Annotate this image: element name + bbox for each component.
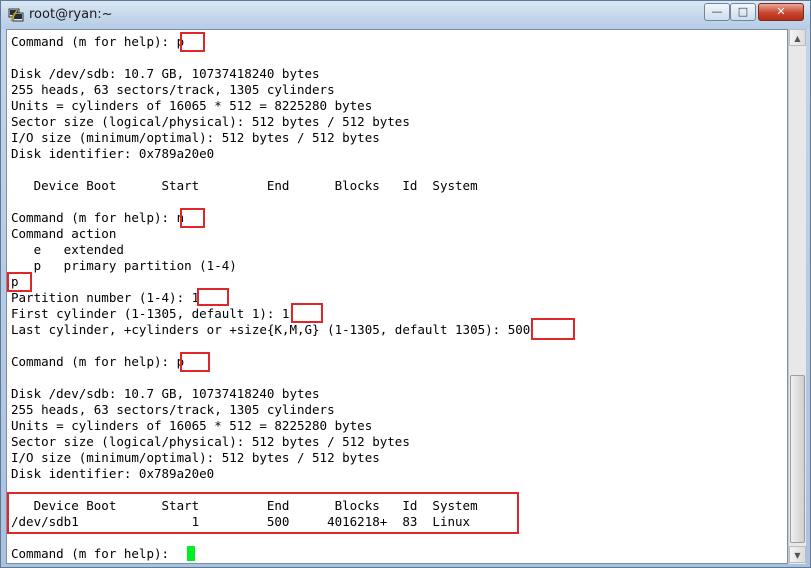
terminal-line: Command action — [11, 226, 117, 241]
terminal-line: Disk /dev/sdb: 10.7 GB, 10737418240 byte… — [11, 386, 320, 401]
highlight-box — [180, 32, 205, 52]
command-prompt[interactable]: Command (m for help): — [11, 546, 177, 562]
highlight-box — [180, 208, 205, 228]
terminal-line: Disk identifier: 0x789a20e0 — [11, 146, 215, 161]
terminal-line: e extended — [11, 242, 124, 257]
highlight-box — [180, 352, 210, 372]
terminal-line: Partition number (1-4): 1 — [11, 290, 200, 305]
terminal-line: p primary partition (1-4) — [11, 258, 237, 273]
highlight-box — [197, 288, 229, 306]
title-bar[interactable]: root@ryan:~ — □ ✕ — [1, 1, 810, 29]
terminal-line: Last cylinder, +cylinders or +size{K,M,G… — [11, 322, 531, 337]
minimize-button[interactable]: — — [704, 3, 730, 21]
window-title: root@ryan:~ — [29, 7, 113, 22]
vertical-scrollbar[interactable]: ▲ ▼ — [788, 29, 806, 564]
highlight-box — [7, 272, 32, 292]
terminal-line: First cylinder (1-1305, default 1): 1 — [11, 306, 290, 321]
terminal-line: 255 heads, 63 sectors/track, 1305 cylind… — [11, 402, 335, 417]
highlight-box — [531, 318, 575, 340]
terminal-window: root@ryan:~ — □ ✕ Command (m for help): … — [0, 0, 811, 568]
highlight-box — [291, 303, 323, 323]
partition-table-header: Device Boot Start End Blocks Id System — [11, 178, 478, 193]
terminal-line: Disk identifier: 0x789a20e0 — [11, 466, 215, 481]
terminal-line: 255 heads, 63 sectors/track, 1305 cylind… — [11, 82, 335, 97]
terminal-line: Sector size (logical/physical): 512 byte… — [11, 114, 410, 129]
terminal-line: Disk /dev/sdb: 10.7 GB, 10737418240 byte… — [11, 66, 320, 81]
close-button[interactable]: ✕ — [758, 3, 804, 21]
scrollbar-thumb[interactable] — [790, 375, 805, 543]
terminal-line: Command (m for help): n — [11, 210, 185, 225]
terminal-line: Command (m for help): p — [11, 34, 185, 49]
terminal-line: I/O size (minimum/optimal): 512 bytes / … — [11, 450, 380, 465]
terminal-line: Units = cylinders of 16065 * 512 = 82252… — [11, 418, 373, 433]
terminal-line: Sector size (logical/physical): 512 byte… — [11, 434, 410, 449]
terminal-line: Units = cylinders of 16065 * 512 = 82252… — [11, 98, 373, 113]
putty-terminal-icon — [8, 8, 24, 22]
terminal-line: Command (m for help): p — [11, 354, 185, 369]
scroll-down-arrow-icon[interactable]: ▼ — [789, 546, 806, 563]
scroll-up-arrow-icon[interactable]: ▲ — [789, 29, 806, 46]
highlight-box — [7, 492, 519, 534]
text-cursor — [187, 546, 195, 561]
maximize-button[interactable]: □ — [730, 3, 756, 21]
terminal-output[interactable]: Command (m for help): p Disk /dev/sdb: 1… — [6, 29, 788, 564]
terminal-line: I/O size (minimum/optimal): 512 bytes / … — [11, 130, 380, 145]
